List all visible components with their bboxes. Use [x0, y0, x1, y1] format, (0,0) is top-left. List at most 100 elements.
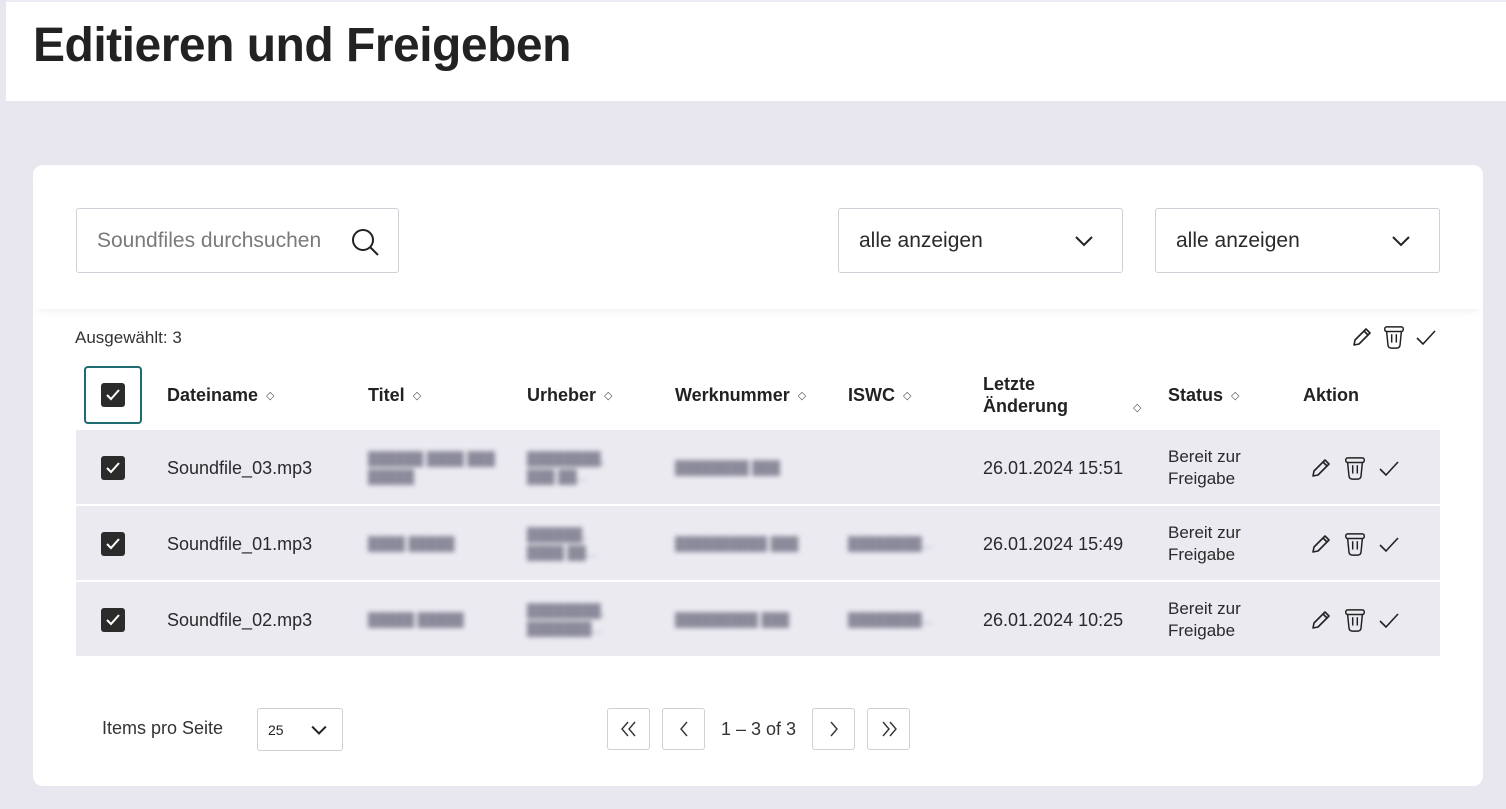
filter-select-2[interactable]: alle anzeigen — [1155, 208, 1440, 273]
sort-icon: ◇ — [604, 389, 613, 402]
pencil-icon — [1312, 535, 1330, 553]
sort-icon: ◇ — [1231, 389, 1240, 402]
column-header-last-modified[interactable]: Letzte Änderung ◇ — [983, 360, 1153, 430]
soundfiles-table: Dateiname ◇ Titel ◇ Urheber ◇ Werknummer ◇ I… — [76, 360, 1440, 658]
checkbox-checked — [101, 456, 125, 480]
pencil-icon — [1312, 459, 1330, 477]
bulk-delete-button[interactable] — [1382, 323, 1406, 351]
cell-last-modified: 26.01.2024 15:49 — [983, 533, 1124, 554]
cell-title-redacted: ██████ ████ ███ █████ — [368, 451, 495, 484]
check-icon — [106, 614, 120, 626]
cell-work-number-redacted: ██████████ ███ — [675, 536, 799, 551]
table-row[interactable]: Soundfile_03.mp3 ██████ ████ ███ █████ ██… — [76, 430, 1440, 506]
column-header-author[interactable]: Urheber ◇ — [527, 360, 613, 430]
approve-button[interactable] — [1377, 530, 1401, 558]
trash-icon — [1345, 533, 1365, 556]
checkbox-checked — [101, 383, 125, 407]
column-header-filename[interactable]: Dateiname ◇ — [167, 360, 275, 430]
row-checkbox[interactable] — [101, 506, 125, 582]
trash-icon — [1384, 326, 1404, 349]
next-page-button[interactable] — [812, 708, 856, 750]
search-placeholder: Soundfiles durchsuchen — [97, 228, 322, 252]
cell-title-redacted: █████ █████ — [368, 612, 464, 627]
trash-icon — [1345, 609, 1365, 632]
check-icon — [1379, 461, 1399, 477]
cell-last-modified: 26.01.2024 10:25 — [983, 609, 1124, 630]
filter-select-1[interactable]: alle anzeigen — [838, 208, 1123, 273]
column-header-action: Aktion — [1303, 384, 1359, 405]
cell-filename: Soundfile_03.mp3 — [167, 457, 313, 478]
cell-last-modified: 26.01.2024 15:51 — [983, 457, 1124, 478]
approve-button[interactable] — [1377, 454, 1401, 482]
search-input[interactable]: Soundfiles durchsuchen — [76, 208, 399, 273]
items-per-page-select[interactable]: 25 — [257, 708, 343, 751]
row-actions — [1309, 582, 1401, 658]
edit-button[interactable] — [1309, 530, 1333, 558]
page-header: Editieren und Freigeben — [6, 0, 1506, 101]
checkbox-checked — [101, 532, 125, 556]
double-chevron-left-icon — [620, 721, 636, 737]
cell-author-redacted: ████████, ███████... — [527, 603, 605, 636]
check-icon — [106, 389, 120, 401]
filter-bar: Soundfiles durchsuchen alle anzeigen all… — [33, 165, 1483, 309]
cell-work-number-redacted: █████████ ███ — [675, 612, 790, 627]
sort-icon: ◇ — [412, 389, 422, 402]
row-actions — [1309, 506, 1401, 582]
row-actions — [1309, 430, 1401, 506]
check-icon — [1379, 613, 1399, 629]
cell-status: Bereit zur Freigabe — [1168, 447, 1241, 488]
delete-button[interactable] — [1343, 530, 1367, 558]
delete-button[interactable] — [1343, 454, 1367, 482]
items-per-page-label: Items pro Seite — [102, 718, 224, 738]
page-range: 1 – 3 of 3 — [721, 718, 797, 739]
bulk-approve-button[interactable] — [1414, 323, 1438, 351]
bulk-edit-button[interactable] — [1350, 323, 1374, 351]
chevron-down-icon — [1075, 236, 1093, 247]
cell-iswc-redacted: ████████... — [848, 612, 933, 627]
filter-select-1-value: alle anzeigen — [859, 228, 983, 252]
chevron-right-icon — [830, 721, 838, 737]
bulk-actions — [1350, 323, 1438, 351]
column-header-status[interactable]: Status ◇ — [1168, 360, 1239, 430]
table-row[interactable]: Soundfile_02.mp3 █████ █████ ████████, ██… — [76, 582, 1440, 658]
double-chevron-right-icon — [882, 721, 897, 737]
cell-work-number-redacted: ████████ ███ — [675, 460, 780, 475]
edit-button[interactable] — [1309, 606, 1333, 634]
approve-button[interactable] — [1377, 606, 1401, 634]
checkbox-checked — [101, 608, 125, 632]
cell-filename: Soundfile_02.mp3 — [167, 609, 313, 630]
pencil-icon — [1353, 328, 1371, 346]
table-row[interactable]: Soundfile_01.mp3 ████ █████ ██████, ████ … — [76, 506, 1440, 582]
check-icon — [1379, 537, 1399, 553]
edit-button[interactable] — [1309, 454, 1333, 482]
search-icon[interactable] — [350, 227, 380, 257]
row-checkbox[interactable] — [101, 582, 125, 658]
cell-filename: Soundfile_01.mp3 — [167, 533, 313, 554]
check-icon — [1416, 330, 1436, 346]
column-header-title[interactable]: Titel ◇ — [368, 360, 421, 430]
items-per-page-value: 25 — [268, 721, 284, 738]
cell-status: Bereit zur Freigabe — [1168, 599, 1241, 640]
select-all-checkbox[interactable] — [84, 366, 142, 424]
cell-iswc-redacted: ████████... — [848, 536, 933, 551]
last-page-button[interactable] — [867, 708, 911, 750]
column-header-work-number[interactable]: Werknummer ◇ — [675, 360, 806, 430]
cell-author-redacted: ████████, ███ ██... — [527, 451, 605, 484]
soundfiles-card: Soundfiles durchsuchen alle anzeigen all… — [33, 165, 1483, 786]
check-icon — [106, 462, 120, 474]
sort-icon: ◇ — [797, 389, 807, 402]
selected-count: Ausgewählt: 3 — [75, 328, 182, 347]
row-checkbox[interactable] — [101, 430, 125, 506]
trash-icon — [1345, 457, 1365, 480]
column-header-iswc[interactable]: ISWC ◇ — [848, 360, 911, 430]
table-header: Dateiname ◇ Titel ◇ Urheber ◇ Werknummer ◇ I… — [76, 360, 1440, 430]
cell-title-redacted: ████ █████ — [368, 536, 455, 551]
page-title: Editieren und Freigeben — [33, 19, 571, 72]
pagination: 1 – 3 of 3 — [607, 708, 911, 750]
delete-button[interactable] — [1343, 606, 1367, 634]
chevron-left-icon — [679, 721, 688, 737]
pencil-icon — [1312, 611, 1330, 629]
sort-icon: ◇ — [266, 389, 275, 402]
previous-page-button[interactable] — [662, 708, 705, 750]
first-page-button[interactable] — [607, 708, 650, 750]
